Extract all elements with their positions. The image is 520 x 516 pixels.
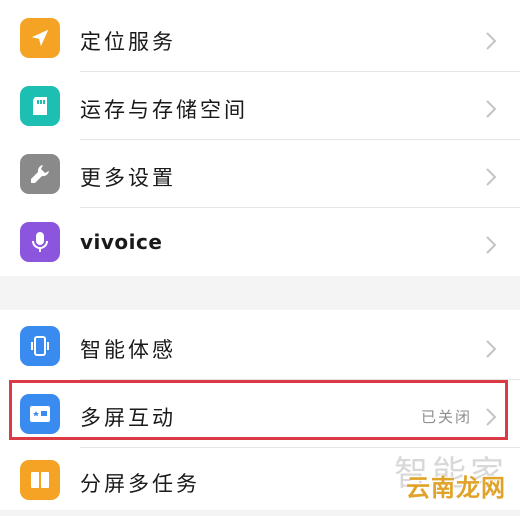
settings-item-memory-storage[interactable]: 运存与存储空间: [0, 72, 520, 140]
phone-vibrate-icon: [20, 326, 60, 366]
settings-group-1: 定位服务 运存与存储空间 更多设置 vivoice: [0, 0, 520, 276]
settings-item-vivoice[interactable]: vivoice: [0, 208, 520, 276]
settings-item-location[interactable]: 定位服务: [0, 4, 520, 72]
settings-item-label: 定位服务: [80, 30, 176, 54]
sd-card-icon: [20, 86, 60, 126]
settings-item-label: 智能体感: [80, 338, 176, 362]
settings-item-more-settings[interactable]: 更多设置: [0, 140, 520, 208]
location-arrow-icon: [20, 18, 60, 58]
settings-item-smart-motion[interactable]: 智能体感: [0, 312, 520, 380]
settings-item-label: vivoice: [80, 230, 163, 254]
chevron-right-icon: [486, 340, 497, 358]
chevron-right-icon: [486, 408, 497, 426]
wrench-icon: [20, 154, 60, 194]
settings-item-label: 运存与存储空间: [80, 98, 248, 122]
split-screen-icon: [20, 460, 60, 500]
settings-item-label: 多屏互动: [80, 406, 176, 430]
chevron-right-icon: [486, 100, 497, 118]
watermark-logo-text: 云南龙网: [406, 474, 506, 502]
screen-cast-icon: [20, 394, 60, 434]
status-text: 已关闭: [420, 408, 472, 426]
settings-item-multi-screen[interactable]: 多屏互动 已关闭: [0, 380, 520, 448]
settings-item-label: 分屏多任务: [80, 472, 200, 496]
chevron-right-icon: [486, 168, 497, 186]
settings-item-label: 更多设置: [80, 166, 176, 190]
microphone-icon: [20, 222, 60, 262]
chevron-right-icon: [486, 32, 497, 50]
chevron-right-icon: [486, 236, 497, 254]
